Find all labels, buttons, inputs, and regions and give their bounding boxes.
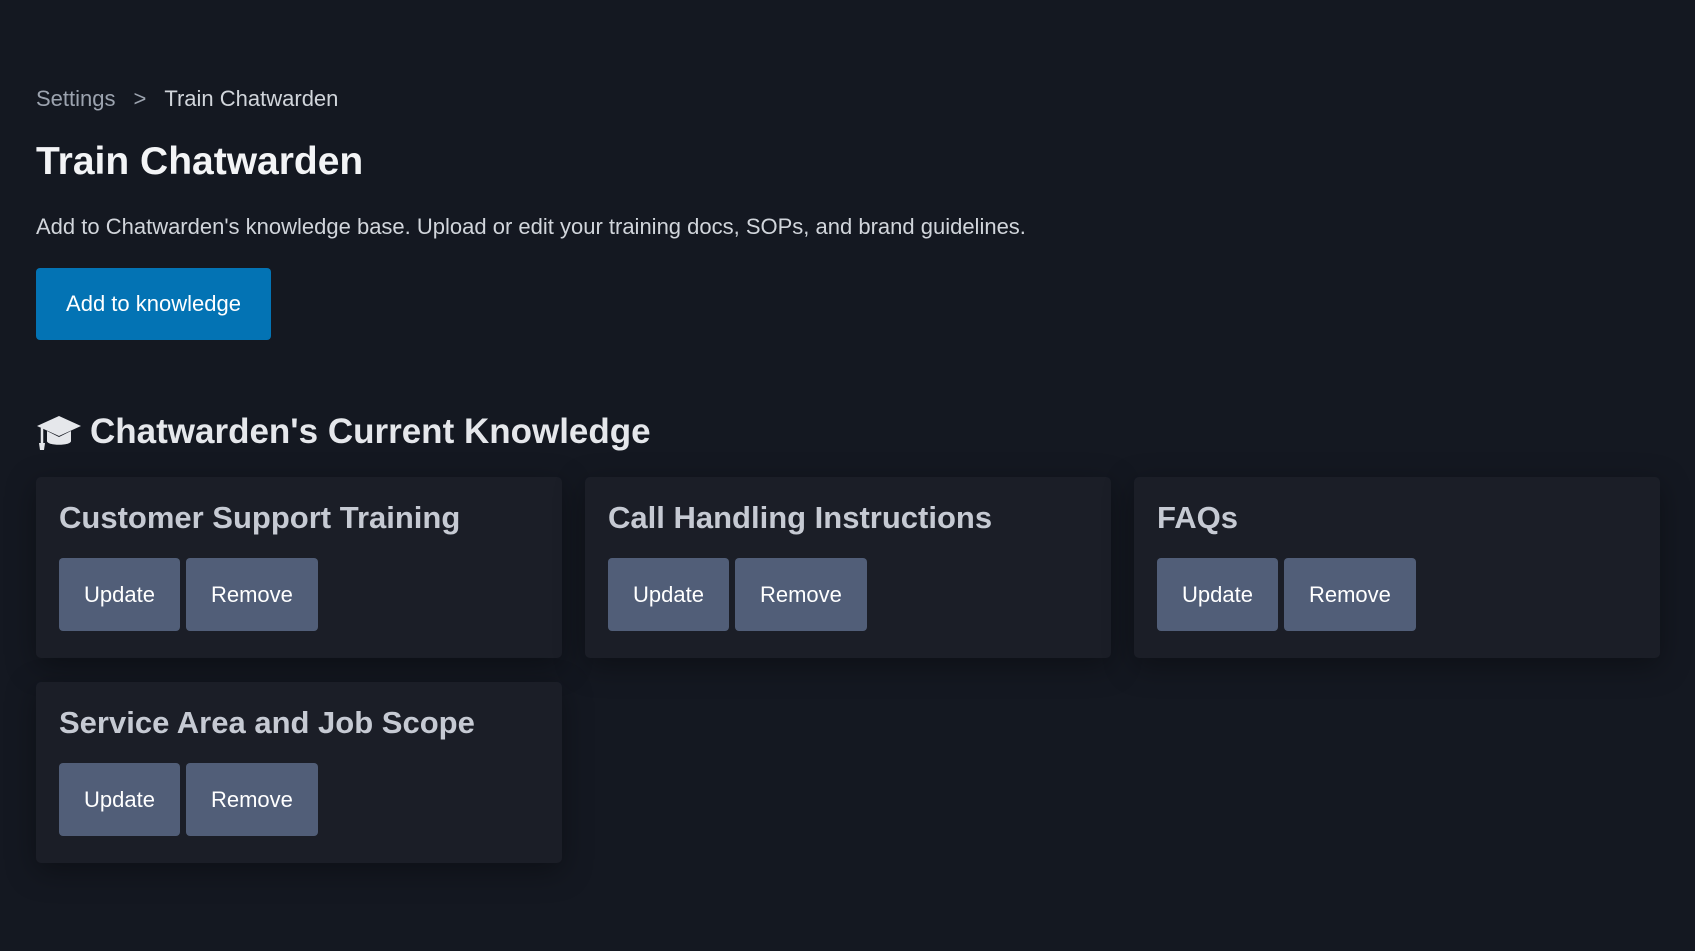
update-button[interactable]: Update xyxy=(608,558,729,632)
remove-button[interactable]: Remove xyxy=(1283,558,1416,632)
knowledge-card: Service Area and Job Scope Update Remove xyxy=(36,682,562,863)
section-title-text: Chatwarden's Current Knowledge xyxy=(90,412,651,451)
breadcrumb-settings-link[interactable]: Settings xyxy=(36,86,116,112)
remove-button[interactable]: Remove xyxy=(185,558,318,632)
knowledge-card-title: Customer Support Training xyxy=(59,500,461,535)
update-button[interactable]: Update xyxy=(1157,558,1278,632)
knowledge-card: Call Handling Instructions Update Remove xyxy=(585,477,1111,658)
knowledge-card: FAQs Update Remove xyxy=(1134,477,1660,658)
section-title: Chatwarden's Current Knowledge xyxy=(36,412,651,452)
breadcrumb-current: Train Chatwarden xyxy=(164,86,339,111)
add-to-knowledge-button[interactable]: Add to knowledge xyxy=(36,268,271,340)
remove-button[interactable]: Remove xyxy=(185,763,318,837)
knowledge-card: Customer Support Training Update Remove xyxy=(36,477,562,658)
update-button[interactable]: Update xyxy=(59,763,180,837)
update-button[interactable]: Update xyxy=(59,558,180,632)
graduation-cap-icon xyxy=(37,416,81,450)
knowledge-grid: Customer Support Training Update Remove … xyxy=(36,477,1661,863)
page-description: Add to Chatwarden's knowledge base. Uplo… xyxy=(36,214,1026,239)
knowledge-card-title: Call Handling Instructions xyxy=(608,500,993,535)
breadcrumb: Settings > Train Chatwarden xyxy=(36,86,338,112)
page-title: Train Chatwarden xyxy=(36,140,364,183)
breadcrumb-separator: > xyxy=(133,86,147,111)
knowledge-card-title: FAQs xyxy=(1157,500,1238,535)
remove-button[interactable]: Remove xyxy=(734,558,867,632)
knowledge-card-title: Service Area and Job Scope xyxy=(59,705,475,740)
